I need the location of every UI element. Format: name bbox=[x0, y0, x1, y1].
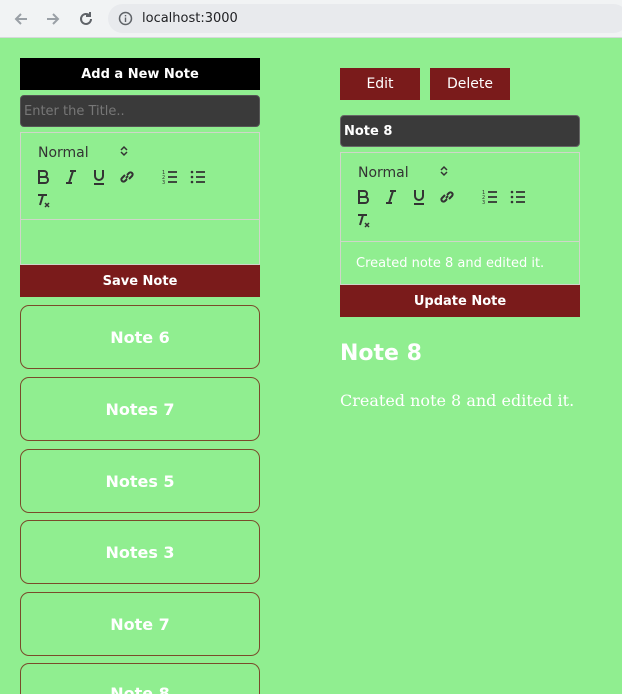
ordered-list-icon[interactable]: 123 bbox=[161, 168, 179, 186]
edit-button[interactable]: Edit bbox=[340, 68, 420, 100]
italic-icon[interactable] bbox=[62, 168, 80, 186]
format-select[interactable]: Normal bbox=[358, 165, 448, 181]
reload-icon[interactable] bbox=[75, 8, 97, 30]
address-bar[interactable]: localhost:3000 bbox=[108, 4, 622, 33]
note-view-body: Created note 8 and edited it. bbox=[340, 391, 575, 410]
url-text: localhost:3000 bbox=[142, 11, 238, 26]
bold-icon[interactable] bbox=[354, 188, 372, 206]
note-view-title: Note 8 bbox=[340, 341, 422, 366]
add-note-header: Add a New Note bbox=[20, 58, 260, 90]
back-icon[interactable] bbox=[10, 8, 32, 30]
editor-toolbar: Normal 123 bbox=[341, 153, 579, 242]
edit-title-input[interactable] bbox=[340, 115, 580, 147]
select-arrows-icon bbox=[440, 165, 448, 181]
format-select-label: Normal bbox=[358, 165, 409, 181]
format-select[interactable]: Normal bbox=[38, 145, 128, 161]
forward-icon[interactable] bbox=[42, 8, 64, 30]
info-icon[interactable] bbox=[118, 11, 133, 31]
select-arrows-icon bbox=[120, 145, 128, 161]
clear-format-icon[interactable] bbox=[34, 192, 52, 210]
bullet-list-icon[interactable] bbox=[509, 188, 527, 206]
link-icon[interactable] bbox=[118, 168, 136, 186]
browser-toolbar: localhost:3000 bbox=[0, 0, 622, 38]
note-card[interactable]: Note 6 bbox=[20, 305, 260, 369]
ordered-list-icon[interactable]: 123 bbox=[481, 188, 499, 206]
bullet-list-icon[interactable] bbox=[189, 168, 207, 186]
title-input[interactable] bbox=[20, 95, 260, 127]
svg-text:3: 3 bbox=[482, 200, 485, 205]
delete-button[interactable]: Delete bbox=[430, 68, 510, 100]
bold-icon[interactable] bbox=[34, 168, 52, 186]
save-note-button[interactable]: Save Note bbox=[20, 265, 260, 297]
new-note-body[interactable] bbox=[21, 221, 259, 265]
note-card[interactable]: Note 7 bbox=[20, 592, 260, 656]
underline-icon[interactable] bbox=[410, 188, 428, 206]
note-card[interactable]: Notes 7 bbox=[20, 377, 260, 441]
edit-note-body[interactable]: Created note 8 and edited it. bbox=[356, 256, 544, 271]
new-note-editor: Normal 123 bbox=[20, 132, 260, 265]
format-select-label: Normal bbox=[38, 145, 89, 161]
edit-note-editor: Normal 123 Created note 8 and edited it. bbox=[340, 152, 580, 285]
italic-icon[interactable] bbox=[382, 188, 400, 206]
link-icon[interactable] bbox=[438, 188, 456, 206]
underline-icon[interactable] bbox=[90, 168, 108, 186]
update-note-button[interactable]: Update Note bbox=[340, 285, 580, 317]
clear-format-icon[interactable] bbox=[354, 212, 372, 230]
note-card[interactable]: Note 8 bbox=[20, 663, 260, 694]
svg-text:3: 3 bbox=[162, 180, 165, 185]
editor-toolbar: Normal 123 bbox=[21, 133, 259, 220]
note-card[interactable]: Notes 5 bbox=[20, 449, 260, 513]
note-card[interactable]: Notes 3 bbox=[20, 520, 260, 584]
